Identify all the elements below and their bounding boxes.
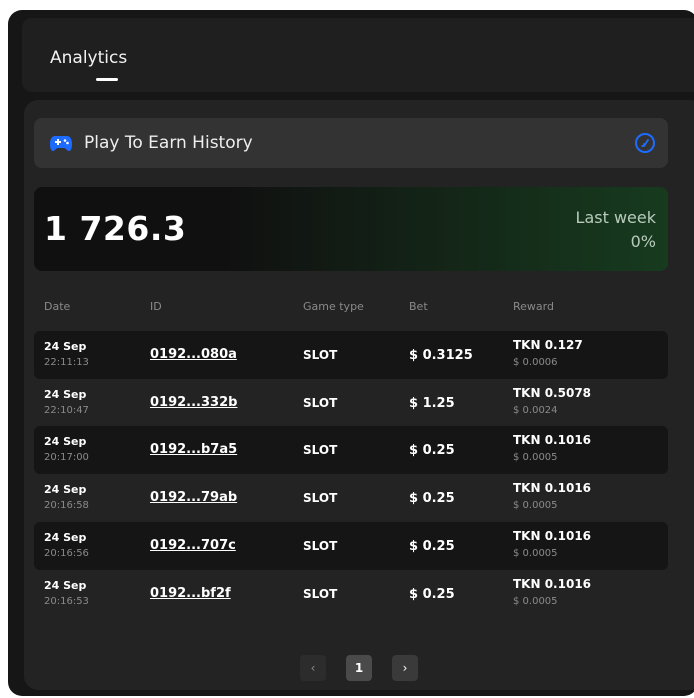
column-header-reward: Reward	[513, 300, 554, 313]
row-bet: $ 1.25	[409, 396, 455, 411]
tab-analytics[interactable]: Analytics	[50, 48, 127, 68]
row-time: 20:16:53	[44, 596, 89, 607]
row-game-type: SLOT	[303, 348, 338, 362]
compass-icon[interactable]	[634, 132, 656, 154]
total-earnings: 1 726.3	[44, 209, 187, 248]
row-game-type: SLOT	[303, 396, 338, 410]
row-reward-tkn: TKN 0.1016	[513, 433, 592, 447]
column-header-game-type: Game type	[303, 300, 364, 313]
row-bet: $ 0.25	[409, 443, 455, 458]
history-title: Play To Earn History	[84, 133, 253, 153]
page-1-button[interactable]: 1	[346, 655, 372, 681]
next-page-button[interactable]: ›	[392, 655, 418, 681]
row-game-type: SLOT	[303, 587, 338, 601]
row-reward-tkn: TKN 0.1016	[513, 529, 592, 543]
row-time: 22:11:13	[44, 357, 89, 368]
row-time: 22:10:47	[44, 405, 89, 416]
row-reward-usd: $ 0.0005	[513, 500, 558, 511]
row-reward-tkn: TKN 0.127	[513, 338, 583, 352]
row-time: 20:17:00	[44, 452, 89, 463]
row-reward-tkn: TKN 0.1016	[513, 577, 592, 591]
row-bet: $ 0.25	[409, 587, 455, 602]
row-date: 24 Sep	[44, 531, 87, 544]
row-date: 24 Sep	[44, 340, 87, 353]
table-row: 24 Sep 22:11:13 0192...080a SLOT $ 0.312…	[34, 331, 668, 379]
row-reward-tkn: TKN 0.1016	[513, 481, 592, 495]
row-date: 24 Sep	[44, 483, 87, 496]
row-id-link[interactable]: 0192...79ab	[150, 490, 237, 505]
row-reward-usd: $ 0.0024	[513, 405, 558, 416]
row-reward-usd: $ 0.0005	[513, 452, 558, 463]
row-reward-usd: $ 0.0005	[513, 548, 558, 559]
earnings-summary: 1 726.3 Last week 0%	[34, 187, 668, 271]
table-row: 24 Sep 20:16:58 0192...79ab SLOT $ 0.25 …	[34, 474, 668, 522]
row-date: 24 Sep	[44, 579, 87, 592]
row-bet: $ 0.25	[409, 539, 455, 554]
row-id-link[interactable]: 0192...b7a5	[150, 442, 237, 457]
row-game-type: SLOT	[303, 539, 338, 553]
table-row: 24 Sep 20:16:53 0192...bf2f SLOT $ 0.25 …	[34, 570, 668, 618]
table-row: 24 Sep 22:10:47 0192...332b SLOT $ 1.25 …	[34, 379, 668, 427]
row-bet: $ 0.25	[409, 491, 455, 506]
row-time: 20:16:56	[44, 548, 89, 559]
row-date: 24 Sep	[44, 435, 87, 448]
row-game-type: SLOT	[303, 443, 338, 457]
play-to-earn-panel: Play To Earn History 1 726.3 Last week 0…	[24, 100, 694, 690]
row-id-link[interactable]: 0192...707c	[150, 538, 236, 553]
analytics-window: Analytics Play To Earn History 1 726.3 L…	[8, 10, 694, 696]
tab-active-indicator	[96, 78, 118, 81]
table-row: 24 Sep 20:17:00 0192...b7a5 SLOT $ 0.25 …	[34, 426, 668, 474]
row-time: 20:16:58	[44, 500, 89, 511]
gamepad-icon	[50, 136, 72, 151]
column-header-id: ID	[150, 300, 162, 313]
row-game-type: SLOT	[303, 491, 338, 505]
history-header: Play To Earn History	[34, 118, 668, 168]
row-bet: $ 0.3125	[409, 348, 473, 363]
column-header-bet: Bet	[409, 300, 428, 313]
row-reward-usd: $ 0.0005	[513, 596, 558, 607]
table-row: 24 Sep 20:16:56 0192...707c SLOT $ 0.25 …	[34, 522, 668, 570]
header: Analytics	[22, 18, 694, 92]
row-reward-tkn: TKN 0.5078	[513, 386, 592, 400]
prev-page-button[interactable]: ‹	[300, 655, 326, 681]
row-id-link[interactable]: 0192...080a	[150, 347, 237, 362]
row-id-link[interactable]: 0192...bf2f	[150, 586, 231, 601]
period-label: Last week	[575, 208, 656, 227]
row-date: 24 Sep	[44, 388, 87, 401]
period-change: 0%	[630, 232, 656, 251]
row-reward-usd: $ 0.0006	[513, 357, 558, 368]
row-id-link[interactable]: 0192...332b	[150, 395, 237, 410]
column-header-date: Date	[44, 300, 71, 313]
